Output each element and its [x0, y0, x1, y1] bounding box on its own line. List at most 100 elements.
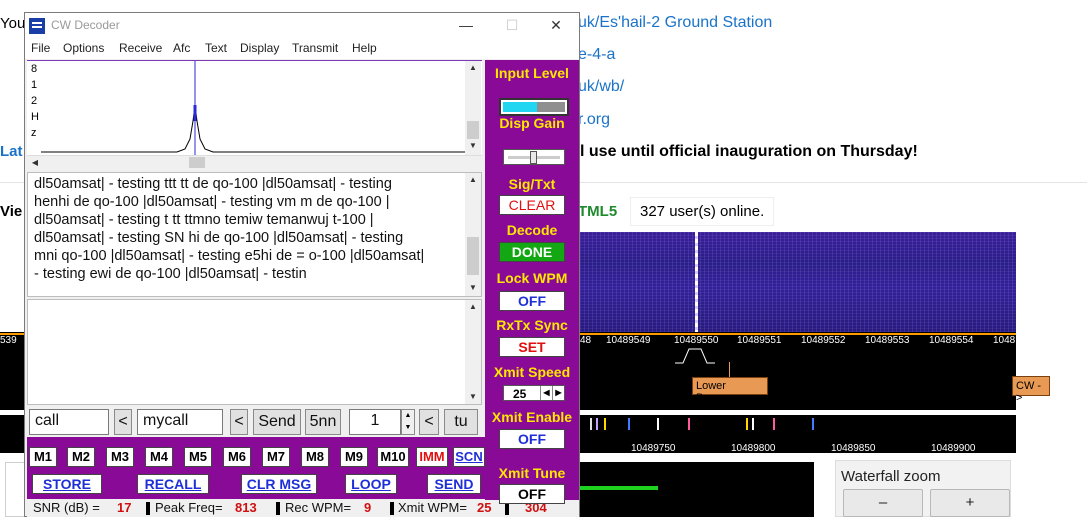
count-input[interactable]: 1 [349, 409, 401, 435]
scn-button[interactable]: SCN [453, 447, 485, 467]
ground-station-link[interactable]: uk/Es'hail-2 Ground Station [578, 14, 772, 32]
decoded-line: mni qo-100 |dl50amsat| - testing e5hi de… [34, 248, 425, 264]
signal-bar [628, 418, 630, 430]
lower-beacon-tag[interactable]: Lower Beacon [692, 377, 768, 404]
transmit-text-area[interactable]: ▲ ▼ [27, 299, 482, 405]
scroll-thumb[interactable] [467, 121, 479, 139]
link-3[interactable]: uk/wb/ [578, 78, 624, 96]
menu-receive[interactable]: Receive [119, 41, 162, 55]
menu-text[interactable]: Text [205, 41, 227, 55]
zoom-out-button[interactable]: – [843, 489, 923, 517]
mycall-input[interactable]: mycall [137, 409, 223, 435]
menu-transmit[interactable]: Transmit [292, 41, 338, 55]
lat-text[interactable]: Lat [0, 143, 23, 160]
link-2[interactable]: e-4-a [578, 46, 615, 64]
decoded-line: dl50amsat| - testing t tt ttmno temiw te… [34, 212, 374, 228]
decoded-line: dl50amsat| - testing ttt tt de qo-100 |d… [34, 176, 392, 192]
menu-options[interactable]: Options [63, 41, 104, 55]
signal-bar [657, 418, 659, 430]
tu-button[interactable]: tu [444, 409, 478, 435]
call-back-button[interactable]: < [114, 409, 132, 435]
set-button[interactable]: SET [499, 337, 565, 357]
scroll-thumb[interactable] [467, 237, 479, 275]
transmit-vscroll[interactable]: ▲ ▼ [465, 300, 481, 404]
imm-button[interactable]: IMM [416, 447, 448, 467]
snr-label: SNR (dB) = [33, 500, 100, 515]
xmit-wpm-value: 25 [477, 500, 492, 515]
waterfall-zoom-title: Waterfall zoom [841, 468, 941, 485]
html5-label: TML5 [578, 203, 618, 220]
beacon-marker-icon [675, 348, 715, 364]
m4-button[interactable]: M4 [145, 447, 173, 467]
m6-button[interactable]: M6 [223, 447, 251, 467]
users-online: 327 user(s) online. [630, 197, 775, 226]
mycall-back-button[interactable]: < [230, 409, 248, 435]
lock-wpm-button[interactable]: OFF [499, 291, 565, 311]
slider-thumb[interactable] [530, 151, 537, 164]
decode-vscroll[interactable]: ▲ ▼ [465, 173, 481, 296]
decoded-text-area[interactable]: dl50amsat| - testing ttt tt de qo-100 |d… [27, 172, 482, 297]
loop-button[interactable]: LOOP [345, 474, 397, 494]
send-button[interactable]: Send [253, 409, 301, 435]
title-bar[interactable]: CW Decoder — ☐ ✕ [25, 13, 579, 39]
menu-afc[interactable]: Afc [173, 41, 190, 55]
m3-button[interactable]: M3 [106, 447, 134, 467]
scroll-up-icon[interactable]: ▲ [465, 61, 481, 75]
m8-button[interactable]: M8 [301, 447, 329, 467]
xmit-speed-spinner[interactable]: 25 ◀ ▶ [503, 385, 565, 401]
spectrum-vscroll[interactable]: ▲ ▼ [465, 61, 481, 155]
tick-label: 10489549 [606, 335, 651, 346]
cw-arrow-tag[interactable]: CW -> [1012, 376, 1050, 404]
zoom-in-button[interactable]: + [930, 489, 1010, 517]
input-level-remainder [537, 102, 565, 112]
tick-label: 539 [0, 335, 17, 346]
signal-bar [688, 418, 690, 430]
xmit-tune-button[interactable]: OFF [499, 484, 565, 504]
minimize-button[interactable]: — [451, 15, 481, 37]
m1-button[interactable]: M1 [29, 447, 57, 467]
call-input[interactable]: call [29, 409, 109, 435]
scroll-thumb[interactable] [189, 157, 205, 168]
spectrum-display[interactable]: 8 1 2 H z [27, 60, 482, 155]
scroll-up-icon[interactable]: ▲ [465, 300, 481, 314]
menu-file[interactable]: File [31, 41, 50, 55]
clear-button[interactable]: CLEAR [499, 195, 565, 215]
speed-up-icon[interactable]: ▶ [552, 386, 564, 400]
m5-button[interactable]: M5 [184, 447, 212, 467]
spectrum-hscroll[interactable]: ◀ [27, 155, 482, 169]
m10-button[interactable]: M10 [377, 447, 409, 467]
waterfall-display[interactable] [580, 232, 1016, 332]
menu-display[interactable]: Display [240, 41, 279, 55]
scroll-up-icon[interactable]: ▲ [465, 173, 481, 187]
speed-down-icon[interactable]: ◀ [540, 386, 552, 400]
decode-done-button[interactable]: DONE [499, 242, 565, 262]
5nn-button[interactable]: 5nn [305, 409, 341, 435]
store-button[interactable]: STORE [32, 474, 102, 494]
link-4[interactable]: r.org [578, 111, 610, 129]
rec-wpm-label: Rec WPM= [285, 500, 352, 515]
disp-gain-slider[interactable] [503, 149, 565, 165]
tick-label: 10489550 [674, 335, 719, 346]
send-msg-button[interactable]: SEND [427, 474, 481, 494]
scroll-down-icon[interactable]: ▼ [465, 139, 481, 153]
close-button[interactable]: ✕ [541, 15, 571, 37]
m7-button[interactable]: M7 [262, 447, 290, 467]
status-bar: SNR (dB) = 17 Peak Freq= 813 Rec WPM= 9 … [27, 499, 579, 517]
maximize-button[interactable]: ☐ [497, 15, 527, 37]
scroll-left-icon[interactable]: ◀ [27, 156, 43, 170]
menu-bar: File Options Receive Afc Text Display Tr… [25, 39, 579, 59]
scroll-down-icon[interactable]: ▼ [465, 281, 481, 295]
m9-button[interactable]: M9 [340, 447, 368, 467]
tick-label: 10489900 [931, 443, 976, 453]
tu-back-button[interactable]: < [419, 409, 439, 435]
count-spinner[interactable]: ▲ ▼ [401, 409, 415, 435]
signal-bar [752, 418, 754, 430]
menu-help[interactable]: Help [352, 41, 377, 55]
clr-msg-button[interactable]: CLR MSG [241, 474, 317, 494]
m2-button[interactable]: M2 [67, 447, 95, 467]
tick-label: 10489553 [865, 335, 910, 346]
recall-button[interactable]: RECALL [137, 474, 209, 494]
xmit-enable-button[interactable]: OFF [499, 429, 565, 449]
scroll-down-icon[interactable]: ▼ [465, 390, 481, 404]
tick-label: 10489800 [731, 443, 776, 453]
